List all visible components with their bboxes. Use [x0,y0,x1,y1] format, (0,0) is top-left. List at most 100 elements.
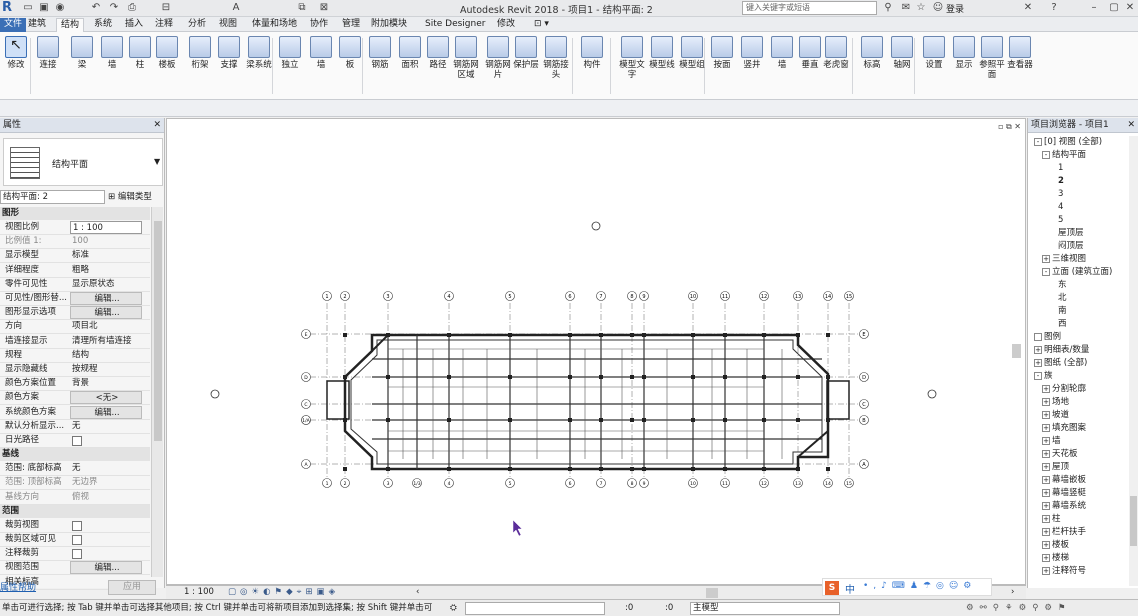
selection-filter-icons[interactable]: ⚙⚯⚲⚘⚙⚲⚙⚑ [966,600,1072,616]
properties-help-link[interactable]: 属性帮助 [0,580,36,593]
measure-icon[interactable]: ⊟ [160,2,172,14]
browser-item[interactable]: 南 [1058,305,1067,317]
binoculars-icon[interactable]: ⚲ [882,2,894,14]
contextual-tab-dropdown[interactable]: ⊡ ▾ [530,18,553,32]
browser-item[interactable]: 闷顶层 [1058,240,1084,252]
browser-item[interactable]: + 幕墙竖梃 [1042,487,1086,499]
open-icon[interactable]: ▭ [22,2,34,14]
favorites-icon[interactable]: ☆ [915,2,927,14]
property-checkbox[interactable] [72,535,82,545]
properties-scrollbar[interactable] [151,207,163,577]
property-group[interactable]: 范围 [0,504,150,518]
minimize-icon[interactable]: – [1088,2,1100,14]
ribbon-tool-29[interactable]: 轴网 [888,36,916,70]
tab-3[interactable]: 系统 [90,18,116,32]
ribbon-tool-16[interactable]: 钢筋网片 [484,36,512,80]
subscription-icon[interactable]: ✉ [900,2,912,14]
property-checkbox[interactable] [72,549,82,560]
browser-item[interactable]: 5 [1058,214,1063,226]
ribbon-tool-3[interactable]: 墙 [98,36,126,70]
tab-2[interactable]: 结构 [56,18,85,32]
ribbon-tool-18[interactable]: 钢筋接头 [542,36,570,80]
browser-item[interactable]: + 楼梯 [1042,552,1069,564]
ribbon-tool-8[interactable]: 梁系统 [245,36,273,70]
expand-icon[interactable]: + [1042,384,1050,393]
browser-item[interactable]: 3 [1058,188,1063,200]
property-group[interactable]: 基线 [0,448,150,462]
tab-8[interactable]: 体量和场地 [248,18,301,32]
expand-icon[interactable]: + [1042,501,1050,510]
expand-icon[interactable]: + [1042,475,1050,484]
browser-item[interactable]: + 幕墙嵌板 [1042,474,1086,486]
design-option-dropdown[interactable]: 主模型 [690,602,840,615]
ribbon-tool-7[interactable]: 支撑 [215,36,243,70]
instance-selector[interactable]: 结构平面: 2 [0,190,105,204]
hscroll-left-icon[interactable]: ‹ [416,586,419,599]
tab-13[interactable]: 修改 [493,18,519,32]
undo-icon[interactable]: ↶ [90,2,102,14]
close-hidden-icon[interactable]: ⊠ [318,2,330,14]
structural-plan-drawing[interactable]: 1 2 3 4 5 6 7 8 9 10 11 12 13 14 151 2 3 1/3 4 5 6 7 8 9 10 11 12 1… [167,119,1025,584]
expand-icon[interactable]: + [1034,345,1042,354]
close-icon[interactable]: ✕ [153,118,161,133]
browser-item[interactable]: + 三维视图 [1042,253,1086,265]
browser-item[interactable]: 1 [1058,162,1063,174]
hscroll-thumb[interactable] [706,588,718,598]
browser-item[interactable]: - 结构平面 [1042,149,1086,161]
property-checkbox[interactable] [72,436,82,446]
collapse-icon[interactable]: - [1034,137,1042,146]
ribbon-tool-24[interactable]: 竖井 [738,36,766,70]
ribbon-tool-28[interactable]: 标高 [858,36,886,70]
tab-12[interactable]: Site Designer [421,18,489,32]
expand-icon[interactable]: + [1034,358,1042,367]
expand-icon[interactable]: + [1042,410,1050,419]
ribbon-tool-17[interactable]: 保护层 [512,36,540,70]
browser-item[interactable]: - [0] 视图 (全部) [1034,136,1102,148]
expand-icon[interactable]: + [1042,397,1050,406]
browser-item[interactable]: + 注释符号 [1042,565,1086,577]
browser-item[interactable]: + 楼板 [1042,539,1069,551]
browser-item[interactable]: - 立面 (建筑立面) [1042,266,1112,278]
property-edit-button[interactable]: 编辑... [70,561,142,575]
tab-0[interactable]: 文件 [0,18,27,32]
browser-item[interactable]: 4 [1058,201,1063,213]
ribbon-tool-5[interactable]: 楼板 [153,36,181,70]
drawing-canvas[interactable]: ▫ ⧉ ✕ 1 2 3 4 5 6 7 8 9 10 11 12 13 14 15 1 2 3 1/3 4 5 6 7 8 9 1… [166,118,1026,585]
ime-toolbar[interactable]: S 中 •,♪⌨♟☂◎☺⚙ [822,578,992,596]
sync-icon[interactable]: ◉ [54,2,66,14]
ribbon-tool-0[interactable]: ↖ 修改 [2,36,30,70]
browser-item[interactable]: 图例 [1034,331,1061,343]
workset-dropdown[interactable] [465,602,605,615]
hscroll-right-icon[interactable]: › [1011,586,1014,599]
ribbon-tool-32[interactable]: 参照平面 [978,36,1006,80]
ribbon-tool-31[interactable]: 显示 [950,36,978,70]
browser-item[interactable]: + 柱 [1042,513,1061,525]
redo-icon[interactable]: ↷ [108,2,120,14]
collapse-icon[interactable]: - [1042,150,1050,159]
expand-icon[interactable]: + [1042,423,1050,432]
view-scale[interactable]: 1 : 100 [184,586,214,599]
print-icon[interactable]: ⎙ [126,2,138,14]
browser-item[interactable]: + 栏杆扶手 [1042,526,1086,538]
browser-item[interactable]: 北 [1058,292,1067,304]
workset-icon[interactable]: ⛭ [450,600,457,616]
ribbon-tool-11[interactable]: 板 [336,36,364,70]
expand-icon[interactable]: + [1042,254,1050,263]
expand-icon[interactable] [1034,332,1042,341]
ribbon-tool-9[interactable]: 独立 [276,36,304,70]
ribbon-tool-10[interactable]: 墙 [307,36,335,70]
ribbon-tool-20[interactable]: 模型文字 [618,36,646,80]
browser-item[interactable]: + 墙 [1042,435,1061,447]
text-icon[interactable]: A [230,2,242,14]
ribbon-tool-4[interactable]: 柱 [126,36,154,70]
ribbon-tool-12[interactable]: 钢筋 [366,36,394,70]
revit-logo-icon[interactable]: R [2,0,16,16]
property-edit-button[interactable]: 编辑... [70,306,142,320]
close-icon[interactable]: ✕ [1127,118,1135,133]
tab-11[interactable]: 附加模块 [367,18,411,32]
canvas-vscroll-thumb[interactable] [1012,344,1021,358]
expand-icon[interactable]: + [1042,449,1050,458]
browser-item[interactable]: + 场地 [1042,396,1069,408]
browser-item[interactable]: + 屋顶 [1042,461,1069,473]
close-icon[interactable]: ✕ [1124,2,1136,14]
